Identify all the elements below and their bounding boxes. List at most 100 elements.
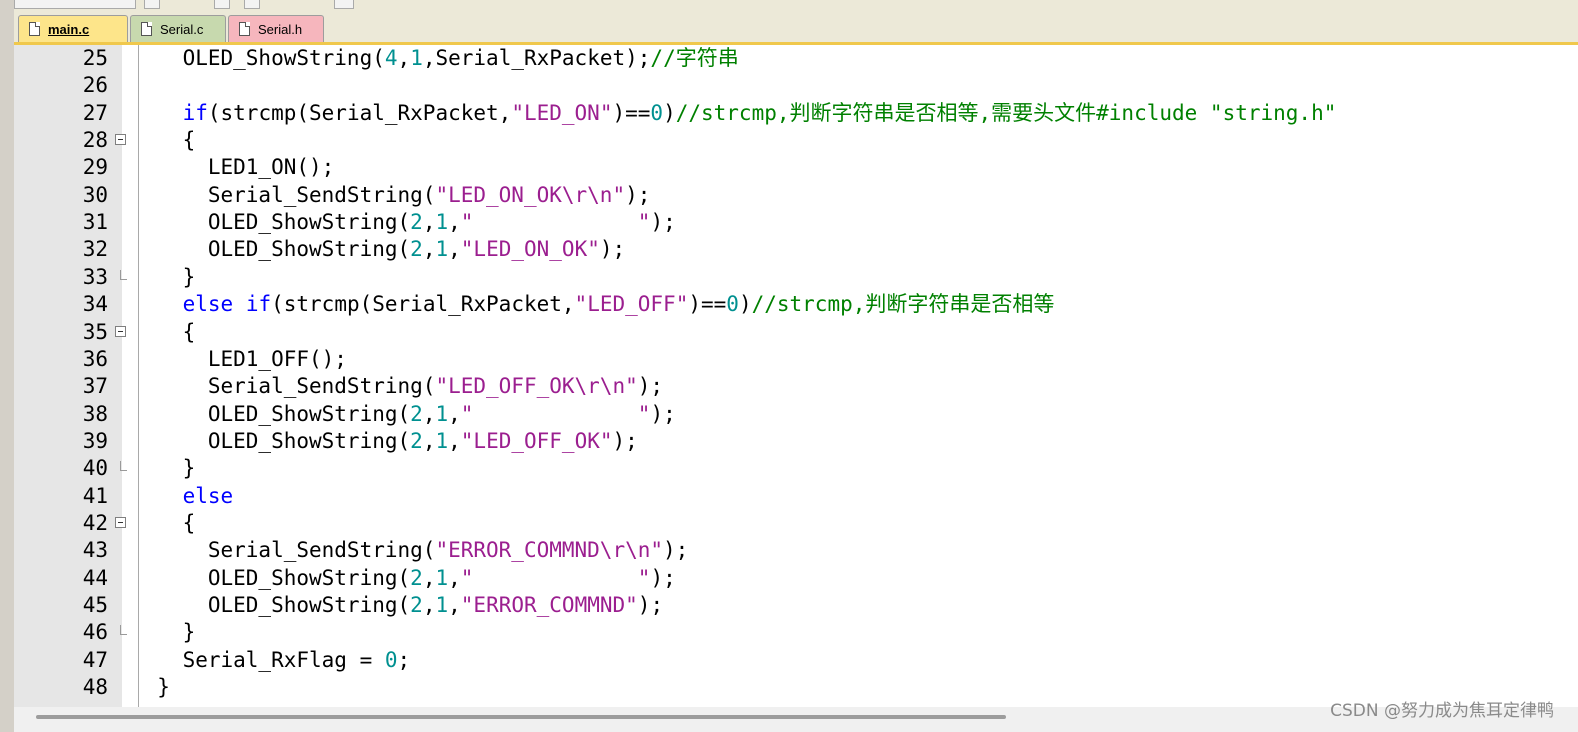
line-number: 37 xyxy=(82,374,108,399)
code-token: "ERROR_COMMND\r\n" xyxy=(435,538,664,563)
line-number: 35 xyxy=(82,319,108,344)
toolbar-dropdown-icon[interactable] xyxy=(144,0,160,9)
code-token: , xyxy=(422,565,436,590)
code-token: //strcmp,判断字符串是否相等,需要头文件#include "string… xyxy=(675,100,1337,125)
line-number: 44 xyxy=(82,565,108,590)
code-text: } xyxy=(132,455,196,482)
code-token: { xyxy=(132,128,196,153)
code-token: 1 xyxy=(435,401,449,426)
code-text: Serial_SendString("ERROR_COMMND\r\n"); xyxy=(132,537,688,564)
code-line[interactable]: 38 OLED_ShowString(2,1," "); xyxy=(14,401,1578,428)
toolbar-icon[interactable] xyxy=(244,0,260,9)
line-number: 25 xyxy=(82,46,108,70)
code-text: Serial_SendString("LED_ON_OK\r\n"); xyxy=(132,182,651,209)
code-text: { xyxy=(132,510,196,537)
code-text: OLED_ShowString(2,1," "); xyxy=(132,401,676,428)
code-token: LED1_ON(); xyxy=(132,155,335,180)
code-token: " " xyxy=(460,210,651,235)
code-token: } xyxy=(132,675,170,700)
code-line[interactable]: 34 else if(strcmp(Serial_RxPacket,"LED_O… xyxy=(14,291,1578,318)
code-text: else xyxy=(132,483,234,510)
code-line[interactable]: 25 OLED_ShowString(4,1,Serial_RxPacket);… xyxy=(14,45,1578,72)
code-token: 2 xyxy=(410,210,423,235)
code-text: if(strcmp(Serial_RxPacket,"LED_ON")==0)/… xyxy=(132,100,1337,127)
code-token: else xyxy=(182,483,234,508)
fold-collapse-icon[interactable] xyxy=(115,134,126,146)
code-line[interactable]: 42 { xyxy=(14,510,1578,537)
code-line[interactable]: 36 LED1_OFF(); xyxy=(14,346,1578,373)
code-token: 4 xyxy=(384,46,398,70)
code-token: ); xyxy=(637,374,664,399)
code-token: Serial_SendString( xyxy=(132,374,436,399)
code-token: OLED_ShowString( xyxy=(132,428,411,453)
toolbar-field[interactable] xyxy=(14,0,136,9)
code-line[interactable]: 31 OLED_ShowString(2,1," "); xyxy=(14,209,1578,236)
tab-label: Serial.c xyxy=(160,21,204,37)
code-token: ); xyxy=(650,565,676,590)
code-line[interactable]: 33 } xyxy=(14,264,1578,291)
code-editor[interactable]: 25 OLED_ShowString(4,1,Serial_RxPacket);… xyxy=(14,45,1578,707)
code-line[interactable]: 29 LED1_ON(); xyxy=(14,154,1578,181)
code-line[interactable]: 37 Serial_SendString("LED_OFF_OK\r\n"); xyxy=(14,373,1578,400)
toolbar-strip xyxy=(14,0,1578,12)
code-line[interactable]: 30 Serial_SendString("LED_ON_OK\r\n"); xyxy=(14,182,1578,209)
code-line[interactable]: 45 OLED_ShowString(2,1,"ERROR_COMMND"); xyxy=(14,592,1578,619)
code-text: { xyxy=(132,319,196,346)
code-token: 2 xyxy=(410,565,423,590)
code-text: } xyxy=(132,674,170,701)
code-line[interactable]: 40 } xyxy=(14,455,1578,482)
code-text: OLED_ShowString(4,1,Serial_RxPacket);//字… xyxy=(132,45,739,72)
code-token: , xyxy=(422,593,436,617)
line-number: 31 xyxy=(82,210,108,235)
line-number: 46 xyxy=(82,620,108,645)
code-token: OLED_ShowString( xyxy=(132,593,411,617)
code-line[interactable]: 46 } xyxy=(14,619,1578,646)
line-number: 30 xyxy=(82,182,108,207)
tab-serial-h[interactable]: Serial.h xyxy=(228,15,324,42)
code-line[interactable]: 35 { xyxy=(14,319,1578,346)
fold-collapse-icon[interactable] xyxy=(115,325,126,337)
tab-label: Serial.h xyxy=(258,21,303,37)
code-line[interactable]: 28 { xyxy=(14,127,1578,154)
code-text: OLED_ShowString(2,1," "); xyxy=(132,565,676,592)
code-token: OLED_ShowString( xyxy=(132,401,411,426)
file-icon xyxy=(239,22,250,36)
code-token: ); xyxy=(650,210,676,235)
code-line[interactable]: 44 OLED_ShowString(2,1," "); xyxy=(14,565,1578,592)
code-line[interactable]: 27 if(strcmp(Serial_RxPacket,"LED_ON")==… xyxy=(14,100,1578,127)
fold-collapse-icon[interactable] xyxy=(115,516,126,528)
code-token: //strcmp,判断字符串是否相等 xyxy=(751,292,1055,317)
tab-main-c[interactable]: main.c xyxy=(18,15,128,42)
code-token: ) xyxy=(663,100,676,125)
code-token: (strcmp(Serial_RxPacket, xyxy=(271,292,575,317)
code-token: , xyxy=(422,210,436,235)
code-token: , xyxy=(448,401,461,426)
code-line[interactable]: 43 Serial_SendString("ERROR_COMMND\r\n")… xyxy=(14,537,1578,564)
code-token: "ERROR_COMMND" xyxy=(460,593,638,617)
tab-serial-c[interactable]: Serial.c xyxy=(130,15,226,42)
code-token: ); xyxy=(650,401,676,426)
code-token: ,Serial_RxPacket); xyxy=(422,46,651,70)
code-text: else if(strcmp(Serial_RxPacket,"LED_OFF"… xyxy=(132,291,1055,318)
line-number: 45 xyxy=(82,593,108,617)
code-line[interactable]: 39 OLED_ShowString(2,1,"LED_OFF_OK"); xyxy=(14,428,1578,455)
code-line[interactable]: 41 else xyxy=(14,483,1578,510)
code-text: OLED_ShowString(2,1,"ERROR_COMMND"); xyxy=(132,592,663,619)
code-line[interactable]: 26 xyxy=(14,72,1578,99)
code-line[interactable]: 47 Serial_RxFlag = 0; xyxy=(14,647,1578,674)
code-token: ); xyxy=(612,428,638,453)
toolbar-icon[interactable] xyxy=(334,0,354,9)
scrollbar-thumb[interactable] xyxy=(36,715,1006,719)
toolbar-icon[interactable] xyxy=(214,0,230,9)
line-number: 32 xyxy=(82,237,108,262)
line-number: 43 xyxy=(82,538,108,563)
code-token: "LED_OFF" xyxy=(574,292,689,317)
code-token: OLED_ShowString( xyxy=(132,46,385,70)
line-number: 47 xyxy=(82,647,108,672)
file-icon xyxy=(29,22,40,36)
code-line[interactable]: 32 OLED_ShowString(2,1,"LED_ON_OK"); xyxy=(14,236,1578,263)
code-token: , xyxy=(448,237,461,262)
code-text: OLED_ShowString(2,1," "); xyxy=(132,209,676,236)
